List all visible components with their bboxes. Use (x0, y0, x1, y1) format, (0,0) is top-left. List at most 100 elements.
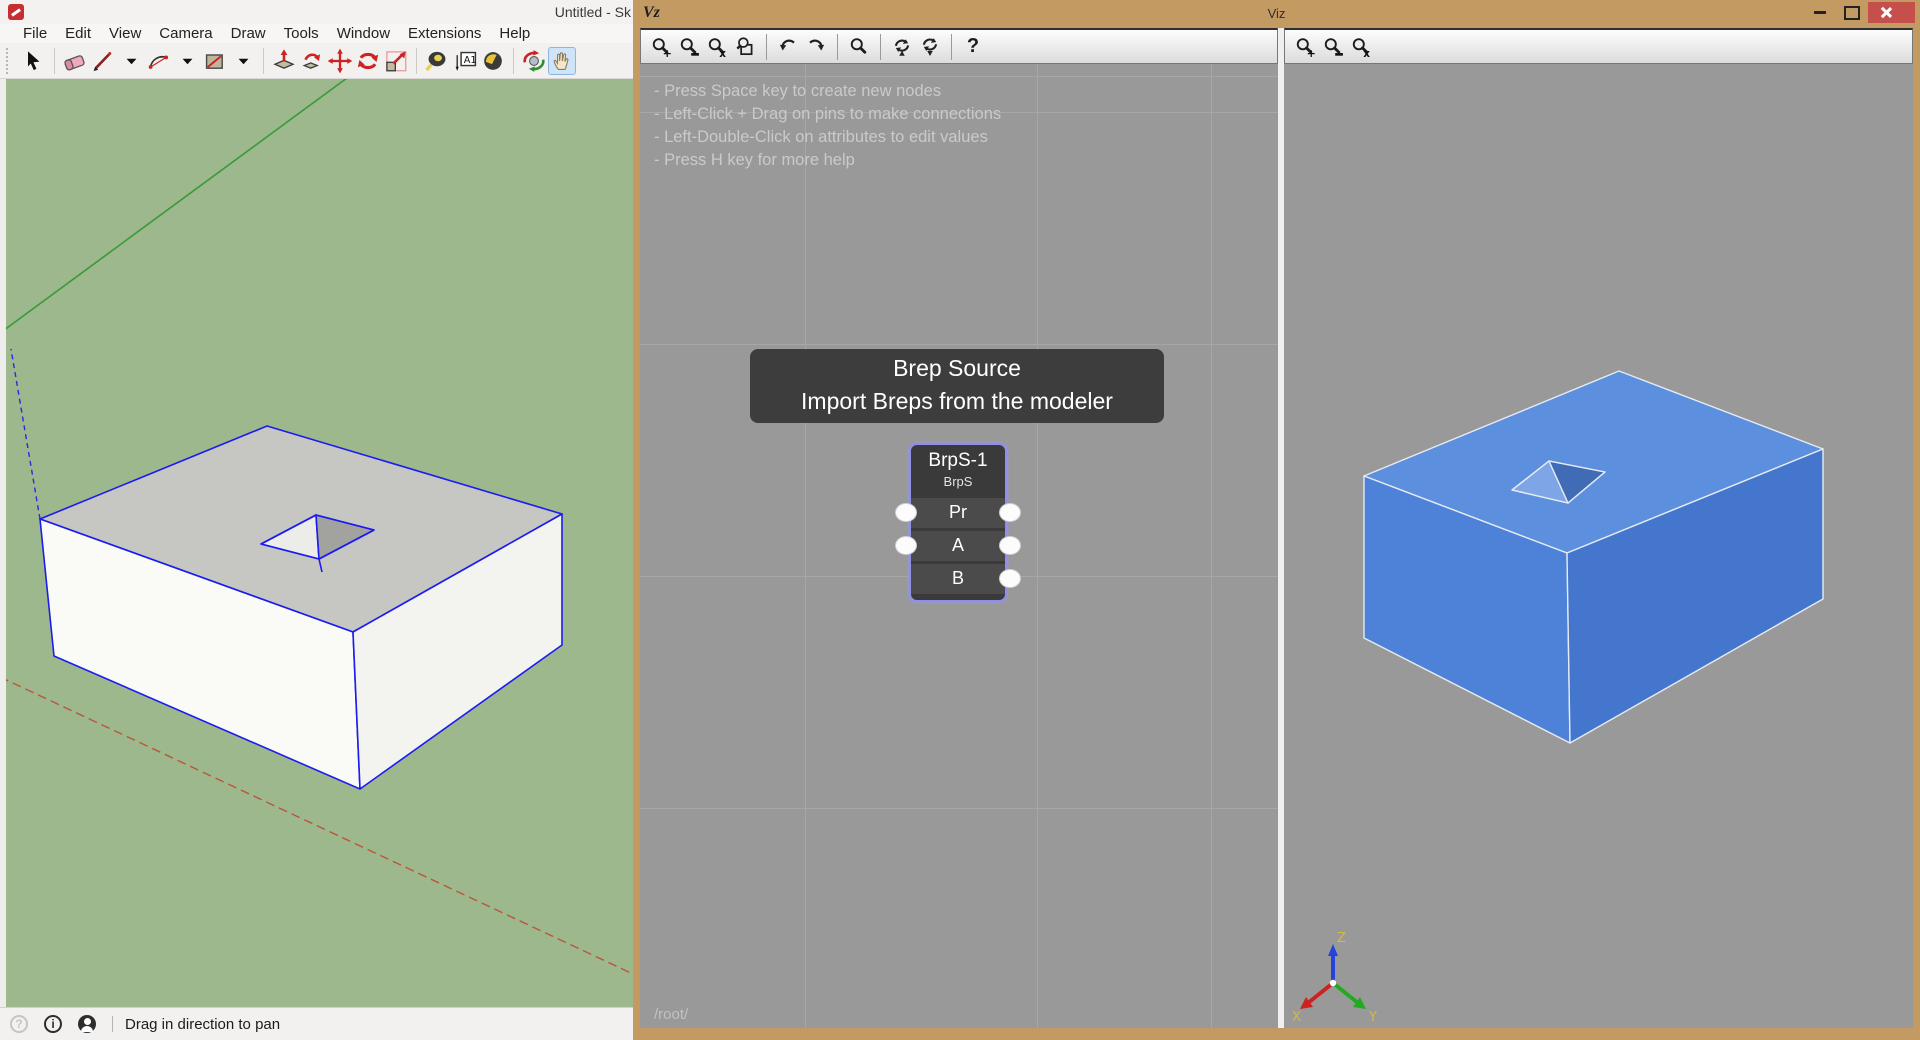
graph-path-label: /root/ (654, 1006, 688, 1023)
menu-extensions[interactable]: Extensions (399, 25, 490, 42)
menu-edit[interactable]: Edit (56, 25, 100, 42)
eraser-icon[interactable] (61, 47, 89, 75)
svg-text:+: + (663, 46, 672, 57)
pushpull-icon[interactable] (270, 47, 298, 75)
toolbar-grip[interactable] (6, 48, 10, 74)
tape-measure-icon[interactable] (423, 47, 451, 75)
statusbar-message: Drag in direction to pan (125, 1016, 280, 1033)
arc-icon[interactable] (145, 47, 173, 75)
paint-bucket-icon[interactable] (479, 47, 507, 75)
toolbar-divider (54, 48, 55, 74)
sketchup-menubar: FileEditViewCameraDrawToolsWindowExtensi… (0, 24, 633, 43)
dropdown-icon[interactable] (229, 47, 257, 75)
rotate-icon[interactable] (354, 47, 382, 75)
help-line: - Left-Double-Click on attributes to edi… (654, 126, 1001, 149)
viz-model-canvas: Z X Y (1284, 64, 1913, 1028)
undo-icon[interactable] (774, 33, 802, 61)
svg-text:x: x (1363, 47, 1370, 57)
followme-icon[interactable] (298, 47, 326, 75)
toolbar-divider (951, 34, 952, 60)
help-circle-icon[interactable]: ? (10, 1015, 28, 1033)
menu-draw[interactable]: Draw (222, 25, 275, 42)
blue-axis-line (11, 349, 40, 519)
menu-window[interactable]: Window (328, 25, 399, 42)
y-axis-label: Y (1368, 1010, 1377, 1025)
svg-text:x: x (719, 47, 726, 57)
output-pin-a[interactable] (999, 536, 1021, 555)
svg-text:A1: A1 (464, 54, 477, 65)
node-tooltip: Brep Source Import Breps from the modele… (750, 349, 1164, 423)
sketchup-3d-viewport[interactable] (6, 79, 633, 1007)
zoom-icon[interactable] (845, 33, 873, 61)
zoom-in-icon[interactable]: + (1291, 33, 1319, 61)
node-attribute-b[interactable]: B (911, 564, 1005, 594)
zoom-cancel-icon[interactable]: x (703, 33, 731, 61)
node-attribute-pr[interactable]: Pr (911, 498, 1005, 528)
reload-up-icon[interactable] (888, 33, 916, 61)
zoom-cancel-icon[interactable]: x (1347, 33, 1375, 61)
orbit-icon[interactable] (520, 47, 548, 75)
zoom-extents-icon[interactable] (731, 33, 759, 61)
menu-help[interactable]: Help (490, 25, 539, 42)
zoom-out-icon[interactable] (675, 33, 703, 61)
move-icon[interactable] (326, 47, 354, 75)
toolbar-divider (880, 34, 881, 60)
sketchup-window: Untitled - Sk FileEditViewCameraDrawTool… (0, 0, 633, 1040)
rectangle-icon[interactable] (201, 47, 229, 75)
toolbar-divider (263, 48, 264, 74)
info-circle-icon[interactable]: i (44, 1015, 62, 1033)
sketchup-logo-icon (8, 4, 24, 20)
menu-tools[interactable]: Tools (275, 25, 328, 42)
node-type: BrpS (911, 473, 1005, 490)
scale-icon[interactable] (382, 47, 410, 75)
node-title: BrpS-1 (911, 449, 1005, 473)
dimension-icon[interactable]: A1 (451, 47, 479, 75)
output-pin-pr[interactable] (999, 503, 1021, 522)
toolbar-divider (837, 34, 838, 60)
desktop: Untitled - Sk FileEditViewCameraDrawTool… (0, 0, 1920, 1040)
node-attribute-a[interactable]: A (911, 531, 1005, 561)
redo-icon[interactable] (802, 33, 830, 61)
menu-file[interactable]: File (14, 25, 56, 42)
input-pin-a[interactable] (895, 536, 917, 555)
sketchup-toolbar: A1 (0, 43, 633, 79)
sketchup-window-title: Untitled - Sk (555, 4, 631, 20)
output-pin-b[interactable] (999, 569, 1021, 588)
select-icon[interactable] (20, 47, 48, 75)
reload-down-icon[interactable] (916, 33, 944, 61)
menu-camera[interactable]: Camera (150, 25, 221, 42)
viz-3d-viewport[interactable]: Z X Y (1284, 64, 1913, 1028)
zoom-in-icon[interactable]: + (647, 33, 675, 61)
node-editor-canvas[interactable]: - Press Space key to create new nodes- L… (640, 64, 1278, 1028)
help-icon[interactable]: ? (959, 33, 987, 61)
input-pin-pr[interactable] (895, 503, 917, 522)
zoom-out-icon[interactable] (1319, 33, 1347, 61)
line-icon[interactable] (89, 47, 117, 75)
menu-view[interactable]: View (100, 25, 150, 42)
brep-source-node[interactable]: BrpS-1 BrpS PrAB (909, 443, 1007, 602)
help-line: - Left-Click + Drag on pins to make conn… (654, 103, 1001, 126)
viz-titlebar[interactable]: Vz Viz (633, 0, 1920, 28)
axis-gizmo: Z X Y (1292, 931, 1377, 1025)
viz-3d-panel: +x (1284, 28, 1913, 1028)
viz-window: Vz Viz +x? - Press Space key to create n… (633, 0, 1920, 1040)
tooltip-title: Brep Source (750, 351, 1164, 385)
pan-icon-active[interactable] (548, 47, 576, 75)
maximize-button[interactable] (1836, 2, 1868, 23)
help-line: - Press H key for more help (654, 149, 1001, 172)
sketchup-statusbar: ? i Drag in direction to pan (0, 1007, 633, 1040)
viz-3d-toolbar: +x (1284, 28, 1913, 64)
dropdown-icon[interactable] (173, 47, 201, 75)
statusbar-divider (112, 1016, 113, 1032)
node-editor-toolbar: + x? (640, 28, 1278, 64)
minimize-button[interactable] (1804, 2, 1836, 23)
z-axis-label: Z (1337, 931, 1346, 946)
dropdown-icon[interactable] (117, 47, 145, 75)
sketchup-titlebar[interactable]: Untitled - Sk (0, 0, 633, 24)
node-header[interactable]: BrpS-1 BrpS (911, 445, 1005, 495)
selected-box-model[interactable] (40, 426, 562, 789)
blue-box-model[interactable] (1364, 371, 1823, 743)
editor-help-text: - Press Space key to create new nodes- L… (654, 80, 1001, 172)
account-icon[interactable] (78, 1015, 96, 1033)
close-button[interactable] (1868, 2, 1915, 23)
